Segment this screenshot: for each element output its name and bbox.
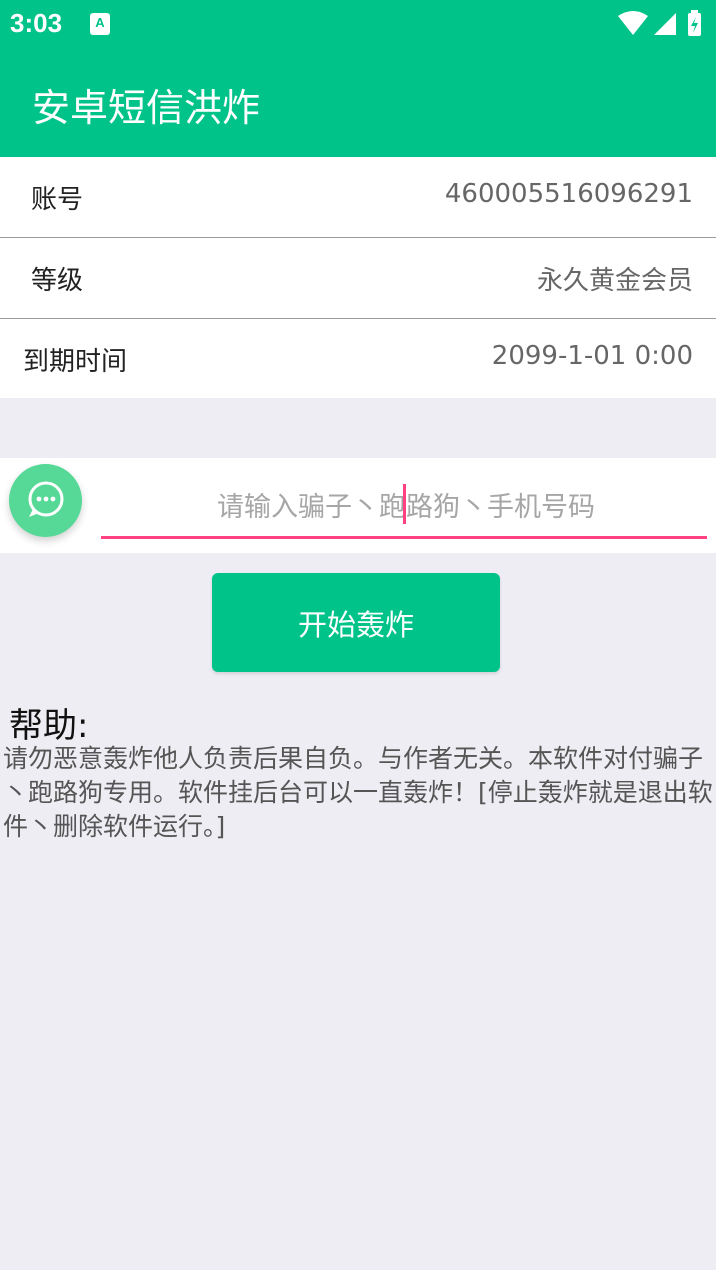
text-caret bbox=[403, 484, 406, 524]
help-text: 请勿恶意轰炸他人负责后果自负。与作者无关。本软件对付骗子丶跑路狗专用。软件挂后台… bbox=[3, 744, 713, 841]
status-time: 3:03 bbox=[10, 8, 63, 38]
wifi-icon bbox=[618, 11, 648, 35]
status-icons bbox=[618, 10, 701, 36]
status-bar: 3:03 A bbox=[0, 0, 716, 50]
help-title: 帮助: bbox=[9, 706, 89, 746]
account-info-card: 账号 460005516096291 等级 永久黄金会员 到期时间 2099-1… bbox=[0, 157, 716, 398]
expiry-row: 到期时间 2099-1-01 0:00 bbox=[0, 319, 716, 399]
notification-app-icon: A bbox=[90, 13, 110, 35]
chat-fab-button[interactable] bbox=[9, 464, 82, 537]
app-bar: 安卓短信洪炸 bbox=[0, 50, 716, 157]
start-bombing-button[interactable]: 开始轰炸 bbox=[212, 573, 500, 672]
cell-signal-icon bbox=[654, 13, 676, 35]
battery-charging-icon bbox=[688, 10, 701, 36]
expiry-value: 2099-1-01 0:00 bbox=[491, 341, 693, 371]
app-title: 安卓短信洪炸 bbox=[32, 86, 261, 130]
expiry-label: 到期时间 bbox=[23, 347, 128, 377]
chat-bubble-icon bbox=[28, 481, 64, 517]
level-row: 等级 永久黄金会员 bbox=[0, 238, 716, 318]
phone-number-input[interactable] bbox=[102, 476, 710, 538]
account-row: 账号 460005516096291 bbox=[0, 157, 716, 237]
level-value: 永久黄金会员 bbox=[536, 266, 693, 296]
input-underline bbox=[101, 536, 707, 539]
level-label: 等级 bbox=[31, 266, 84, 296]
account-value: 460005516096291 bbox=[444, 179, 693, 209]
account-label: 账号 bbox=[31, 185, 84, 215]
